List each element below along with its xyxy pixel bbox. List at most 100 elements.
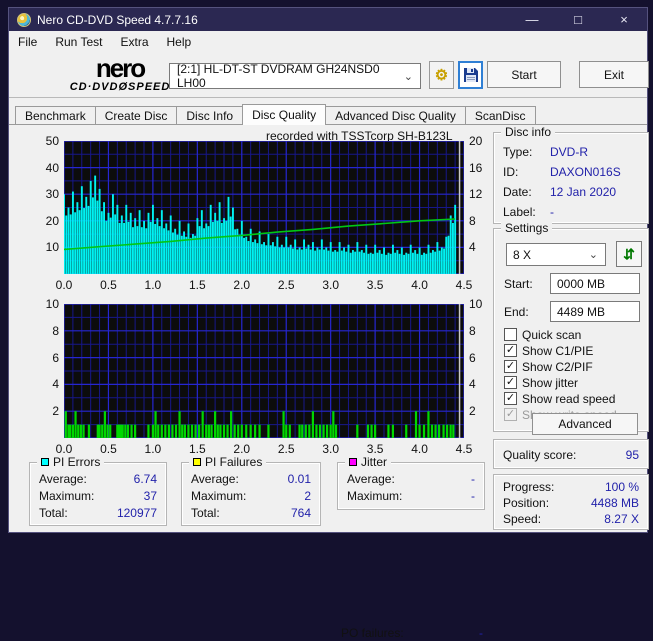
pi-failures-x-tick: 0.5: [100, 442, 117, 456]
checkbox-show-read-speed[interactable]: ✓ Show read speed: [504, 391, 615, 406]
progress-value: 100 %: [604, 480, 639, 494]
pi-failures-right-tick: 10: [469, 297, 483, 311]
checkbox-show-c2-pif[interactable]: ✓ Show C2/PIF: [504, 359, 593, 374]
pi-failures-panel: PI Failures Average: 0.01 Maximum: 2 Total…: [181, 455, 321, 526]
menu-extra[interactable]: Extra: [111, 35, 157, 49]
checkbox-label: Show C2/PIF: [522, 359, 593, 374]
menu-help[interactable]: Help: [158, 35, 201, 49]
chevron-down-icon: ⌄: [588, 249, 598, 261]
start-button[interactable]: Start: [487, 61, 561, 88]
pi-errors-x-tick: 1.5: [188, 278, 206, 292]
tab-disc-quality[interactable]: Disc Quality: [242, 104, 327, 125]
pi-errors-x-tick: 2.5: [277, 278, 295, 292]
disc-info-title: Disc info: [501, 125, 556, 139]
advanced-button[interactable]: Advanced: [532, 413, 638, 435]
exit-button[interactable]: Exit: [579, 61, 649, 88]
pi-errors-x-tick: 2.0: [233, 278, 251, 292]
options-button[interactable]: ⚙: [429, 61, 454, 89]
checkbox-label: Show jitter: [522, 375, 579, 390]
jitter-max-label: Maximum:: [347, 489, 403, 503]
save-button[interactable]: [458, 61, 483, 89]
tab-advanced-disc-quality[interactable]: Advanced Disc Quality: [325, 106, 466, 125]
jitter-max-value: -: [471, 489, 475, 503]
disc-type-value: DVD-R: [550, 145, 588, 159]
pi-errors-x-tick: 3.5: [366, 278, 384, 292]
tab-scandisc[interactable]: ScanDisc: [464, 106, 536, 125]
pi-errors-x-tick: 0.0: [55, 278, 73, 292]
pi-errors-right-tick: 8: [469, 213, 476, 228]
pi-failures-x-tick: 1.5: [188, 442, 206, 456]
pi-failures-x-tick: 3.0: [322, 442, 339, 456]
pi-failures-left-tick: 2: [52, 404, 59, 419]
checkbox-quick-scan[interactable]: Quick scan: [504, 327, 581, 342]
po-failures-value: -: [479, 626, 483, 640]
pi-errors-left-tick: 10: [45, 240, 59, 255]
disc-id-label: ID:: [503, 165, 519, 179]
disc-quality-page: recorded with TSSTcorp SH-B123L 10 20 30 40…: [9, 124, 649, 640]
pi-errors-panel-title: PI Errors: [37, 455, 105, 469]
tab-benchmark[interactable]: Benchmark: [15, 106, 96, 125]
pi-failures-max-value: 2: [304, 489, 311, 503]
floppy-icon: [463, 68, 478, 82]
app-window: Nero CD-DVD Speed 4.7.7.16 — □ × File Ru…: [8, 7, 649, 640]
drive-select[interactable]: [2:1] HL-DT-ST DVDRAM GH24NSD0 LH00 ⌄: [169, 62, 421, 90]
checkbox-icon: ✓: [504, 408, 517, 421]
pi-failures-panel-title: PI Failures: [189, 455, 267, 469]
close-button[interactable]: ×: [601, 8, 647, 31]
checkbox-icon: ✓: [504, 376, 517, 389]
pi-failures-total-label: Total:: [191, 506, 220, 520]
checkbox-label: Show read speed: [522, 391, 616, 406]
tab-create-disc[interactable]: Create Disc: [94, 106, 178, 125]
end-field-value: 4489 MB: [557, 304, 606, 319]
menu-run-test[interactable]: Run Test: [46, 35, 111, 49]
pi-failures-avg-label: Average:: [191, 472, 239, 486]
pi-failures-right-tick: 6: [469, 350, 476, 365]
pi-errors-panel: PI Errors Average: 6.74 Maximum: 37 Total:…: [29, 455, 167, 526]
pi-errors-left-tick: 40: [45, 160, 59, 175]
pi-failures-x-tick: 2.5: [277, 442, 295, 456]
disc-label-label: Label:: [503, 205, 536, 219]
disc-id-value: DAXON016S: [550, 165, 621, 179]
checkbox-icon: ✓: [504, 360, 517, 373]
jitter-avg-label: Average:: [347, 472, 395, 486]
pi-errors-chart: [63, 140, 465, 275]
pi-errors-right-tick: 4: [469, 240, 476, 255]
jitter-panel-title: Jitter: [345, 455, 392, 469]
pi-failures-x-tick: 4.0: [411, 442, 428, 456]
end-field[interactable]: 4489 MB: [550, 301, 640, 322]
menu-file[interactable]: File: [9, 35, 46, 49]
pi-failures-right-tick: 4: [469, 377, 476, 392]
pi-errors-total-value: 120977: [116, 506, 157, 520]
pi-errors-total-label: Total:: [39, 506, 68, 520]
minimize-button[interactable]: —: [509, 8, 555, 31]
jitter-avg-value: -: [471, 472, 475, 486]
checkbox-show-jitter[interactable]: ✓ Show jitter: [504, 375, 578, 390]
tab-disc-info[interactable]: Disc Info: [176, 106, 244, 125]
pi-failures-x-tick: 3.5: [366, 442, 384, 456]
pi-failures-x-tick: 2.0: [233, 442, 251, 456]
pi-failures-avg-value: 0.01: [287, 472, 311, 486]
checkbox-show-c1-pie[interactable]: ✓ Show C1/PIE: [504, 343, 593, 358]
pi-errors-x-tick: 4.0: [411, 278, 428, 292]
settings-title: Settings: [501, 221, 553, 235]
start-field[interactable]: 0000 MB: [550, 273, 640, 294]
pi-errors-max-label: Maximum:: [39, 489, 95, 503]
disc-type-label: Type:: [503, 145, 533, 159]
pi-errors-right-tick: 16: [469, 160, 483, 175]
progress-panel: Progress: 100 % Position: 4488 MB Speed: 8.…: [493, 474, 649, 530]
pi-failures-right-tick: 2: [469, 404, 476, 419]
checkbox-icon: [504, 328, 517, 341]
pi-failures-left-tick: 4: [52, 377, 59, 392]
pi-errors-left-tick: 30: [45, 187, 59, 202]
jitter-panel: Jitter Average: - Maximum: -: [337, 455, 485, 510]
pi-errors-max-value: 37: [143, 489, 157, 503]
pi-failures-x-tick: 4.5: [455, 442, 473, 456]
pi-failures-total-value: 764: [290, 506, 311, 520]
pi-failures-chart: [63, 303, 465, 439]
progress-label: Progress:: [503, 480, 555, 494]
refresh-button[interactable]: ⇵: [616, 241, 642, 267]
quality-score-value: 95: [625, 448, 639, 462]
maximize-button[interactable]: □: [555, 8, 601, 31]
speed-select[interactable]: 8 X ⌄: [506, 243, 606, 266]
start-field-value: 0000 MB: [557, 276, 606, 291]
